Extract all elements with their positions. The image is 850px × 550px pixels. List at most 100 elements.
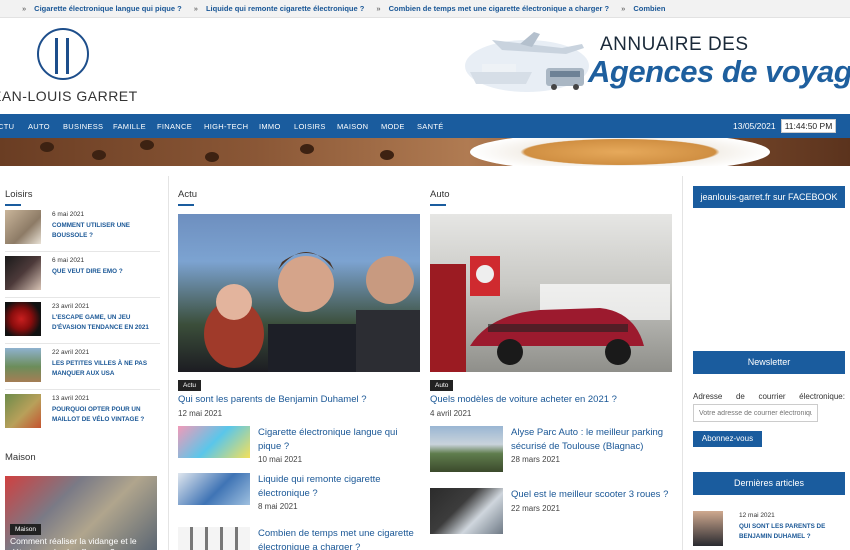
- cycling-thumbnail: [5, 394, 41, 428]
- maison-featured-image[interactable]: Maison Comment réaliser la vidange et le…: [5, 476, 157, 550]
- list-item[interactable]: 22 avril 2021 LES PETITES VILLES À NE PA…: [5, 346, 160, 390]
- newsletter-label-word: électronique:: [799, 392, 845, 401]
- recent-article-title[interactable]: QUI SONT LES PARENTS DE BENJAMIN DUHAMEL…: [739, 522, 844, 541]
- nav-item-finance[interactable]: FINANCE: [157, 122, 192, 131]
- article-title[interactable]: Combien de temps met une cigarette élect…: [258, 527, 422, 550]
- actu-date: 12 mai 2021: [178, 409, 223, 418]
- newsletter-label: Adresse de courrier électronique:: [693, 392, 845, 401]
- chevron-right-icon: »: [193, 4, 198, 13]
- site-logo[interactable]: EAN-LOUIS GARRET: [0, 28, 152, 108]
- compass-thumbnail: [5, 210, 41, 244]
- newsletter-email-input[interactable]: [693, 404, 818, 422]
- chevron-right-icon: »: [22, 4, 27, 13]
- newsletter-label-word: courrier: [758, 392, 786, 401]
- nav-item-high-tech[interactable]: HIGH-TECH: [204, 122, 248, 131]
- newsletter-title: Newsletter: [693, 351, 845, 374]
- section-underline: [430, 204, 446, 206]
- nav-item-famille[interactable]: FAMILLE: [113, 122, 146, 131]
- logo-text: EAN-LOUIS GARRET: [0, 88, 138, 104]
- auto-headline[interactable]: Quels modèles de voiture acheter en 2021…: [430, 393, 672, 407]
- list-item[interactable]: 6 mai 2021 QUE VEUT DIRE EMO ?: [5, 254, 160, 298]
- recent-article-thumbnail[interactable]: [693, 511, 723, 546]
- travel-agency-banner[interactable]: ANNUAIRE DES Agences de voyage: [462, 26, 850, 94]
- item-date: 23 avril 2021: [52, 303, 90, 310]
- nav-item-mode[interactable]: MODE: [381, 122, 405, 131]
- auto-featured-image[interactable]: [430, 214, 672, 372]
- nav-item-business[interactable]: BUSINESS: [63, 122, 103, 131]
- item-date: 6 mai 2021: [52, 257, 85, 264]
- liquid-thumbnail[interactable]: [178, 473, 250, 505]
- current-time: 11:44:50 PM: [781, 119, 836, 133]
- item-date: 13 avril 2021: [52, 395, 90, 402]
- chevron-right-icon: »: [621, 4, 626, 13]
- charger-thumbnail[interactable]: [178, 527, 250, 550]
- logo-bar: [66, 38, 69, 74]
- section-underline: [178, 204, 194, 206]
- auto-date: 4 avril 2021: [430, 409, 472, 418]
- nav-item-maison[interactable]: MAISON: [337, 122, 368, 131]
- nav-item-actu[interactable]: CTU: [0, 122, 14, 131]
- item-title: COMMENT UTILISER UNE BOUSSOLE ?: [52, 222, 131, 239]
- loisirs-section-title: Loisirs: [5, 189, 33, 200]
- current-date: 13/05/2021: [733, 121, 776, 131]
- header-image-strip: [0, 138, 850, 166]
- item-date: 22 avril 2021: [52, 349, 90, 356]
- usa-town-thumbnail: [5, 348, 41, 382]
- recent-article-date: 12 mai 2021: [739, 512, 775, 519]
- vape-thumbnail[interactable]: [178, 426, 250, 458]
- ticker-link[interactable]: Cigarette électronique langue qui pique …: [34, 4, 182, 13]
- list-item[interactable]: 13 avril 2021 POURQUOI OPTER POUR UN MAI…: [5, 392, 160, 436]
- article-title[interactable]: Alyse Parc Auto : le meilleur parking sé…: [511, 426, 675, 454]
- newsletter-label-word: Adresse: [693, 392, 723, 401]
- item-title: QUE VEUT DIRE EMO ?: [52, 268, 123, 275]
- emo-thumbnail: [5, 256, 41, 290]
- actu-featured-image[interactable]: [178, 214, 420, 372]
- chevron-right-icon: »: [376, 4, 381, 13]
- airplane-ship-bus-icon: [465, 32, 589, 92]
- ticker-row: » Cigarette électronique langue qui pique…: [12, 4, 665, 13]
- subscribe-button[interactable]: Abonnez-vous: [693, 431, 762, 447]
- ticker-link[interactable]: Combien de temps met une cigarette élect…: [389, 4, 609, 13]
- actu-headline[interactable]: Qui sont les parents de Benjamin Duhamel…: [178, 393, 420, 407]
- article-date: 8 mai 2021: [258, 502, 298, 511]
- scooter-thumbnail[interactable]: [430, 488, 503, 534]
- maison-caption: Comment réaliser la vidange et le détart…: [10, 536, 137, 550]
- section-underline: [5, 204, 21, 206]
- people-photo: [204, 252, 420, 372]
- logo-bar: [55, 38, 58, 74]
- ticker-link[interactable]: Liquide qui remonte cigarette électroniq…: [206, 4, 364, 13]
- article-title[interactable]: Quel est le meilleur scooter 3 roues ?: [511, 488, 675, 502]
- category-tag: Actu: [178, 380, 202, 391]
- category-tag: Auto: [430, 380, 454, 391]
- nav-item-auto[interactable]: AUTO: [28, 122, 50, 131]
- nav-item-sante[interactable]: SANTÉ: [417, 122, 444, 131]
- article-title[interactable]: Cigarette électronique langue qui pique …: [258, 426, 422, 454]
- list-item[interactable]: 23 avril 2021 L'ESCAPE GAME, UN JEU D'ÉV…: [5, 300, 160, 344]
- main-nav: CTU AUTO BUSINESS FAMILLE FINANCE HIGH-T…: [0, 114, 850, 138]
- auto-section-title: Auto: [430, 189, 450, 200]
- parking-thumbnail[interactable]: [430, 426, 503, 472]
- ticker-link[interactable]: Combien: [633, 4, 665, 13]
- coffee-cup-image: [470, 138, 770, 166]
- nav-item-loisirs[interactable]: LOISIRS: [294, 122, 326, 131]
- article-date: 10 mai 2021: [258, 455, 303, 464]
- column-divider: [168, 176, 169, 550]
- list-item[interactable]: 6 mai 2021 COMMENT UTILISER UNE BOUSSOLE…: [5, 208, 160, 252]
- escape-game-thumbnail: [5, 302, 41, 336]
- banner-line-2: Agences de voyage: [588, 54, 850, 89]
- nav-item-immo[interactable]: IMMO: [259, 122, 281, 131]
- item-title: L'ESCAPE GAME, UN JEU D'ÉVASION TENDANCE…: [52, 314, 149, 331]
- facebook-box[interactable]: jeanlouis-garret.fr sur FACEBOOK: [693, 186, 845, 208]
- article-date: 28 mars 2021: [511, 455, 560, 464]
- article-date: 22 mars 2021: [511, 504, 560, 513]
- item-title: POURQUOI OPTER POUR UN MAILLOT DE VÉLO V…: [52, 406, 145, 423]
- banner-line-1: ANNUAIRE DES: [600, 34, 749, 55]
- item-title: LES PETITES VILLES À NE PAS MANQUER AUX …: [52, 360, 148, 377]
- article-title[interactable]: Liquide qui remonte cigarette électroniq…: [258, 473, 422, 501]
- column-divider: [682, 176, 683, 550]
- car-showroom-photo: [430, 256, 670, 372]
- logo-mark: [37, 28, 89, 80]
- maison-section-title: Maison: [5, 452, 36, 463]
- item-date: 6 mai 2021: [52, 211, 85, 218]
- recent-articles-title: Dernières articles: [693, 472, 845, 495]
